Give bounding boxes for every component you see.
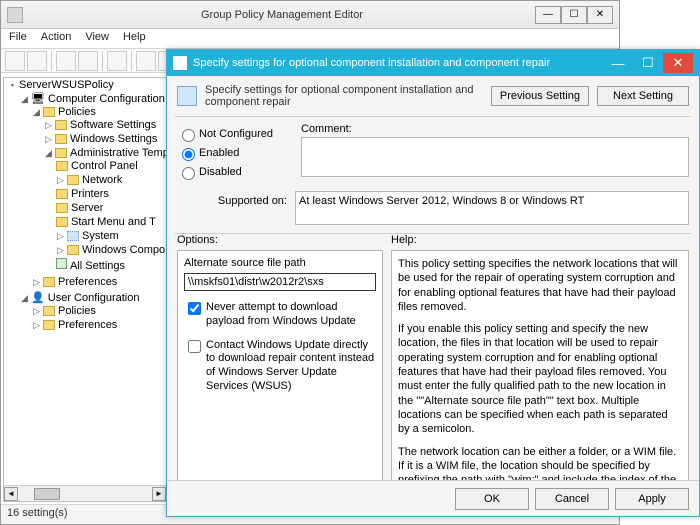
tree-root[interactable]: ▪ServerWSUSPolicy ◢🖥 Computer Configurat… bbox=[8, 78, 166, 334]
tree-network[interactable]: ▷Network bbox=[56, 173, 166, 187]
tree-start-menu[interactable]: Start Menu and T bbox=[56, 215, 166, 229]
options-label: Options: bbox=[177, 234, 383, 246]
apply-button[interactable]: Apply bbox=[615, 488, 689, 510]
separator bbox=[51, 51, 52, 71]
gpme-title: Group Policy Management Editor bbox=[29, 9, 535, 21]
tree-server[interactable]: Server bbox=[56, 201, 166, 215]
dialog-titlebar[interactable]: Specify settings for optional component … bbox=[167, 50, 699, 76]
properties-icon[interactable] bbox=[107, 51, 127, 71]
tree-policies[interactable]: ◢Policies ▷Software Settings ▷Windows Se… bbox=[32, 105, 166, 275]
close-button[interactable]: ✕ bbox=[587, 6, 613, 24]
menu-action[interactable]: Action bbox=[41, 31, 72, 46]
policy-name: Specify settings for optional component … bbox=[205, 84, 483, 108]
menu-bar: File Action View Help bbox=[1, 29, 619, 49]
tree-preferences[interactable]: ▷Preferences bbox=[32, 275, 166, 289]
help-panel[interactable]: This policy setting specifies the networ… bbox=[391, 250, 689, 486]
separator bbox=[102, 51, 103, 71]
tree-user-policies[interactable]: ▷Policies bbox=[32, 304, 166, 318]
policy-dialog: Specify settings for optional component … bbox=[166, 49, 700, 517]
next-setting-button[interactable]: Next Setting bbox=[597, 86, 689, 106]
tree-admin-templates[interactable]: ◢Administrative Templ Control Panel ▷Net… bbox=[44, 146, 166, 274]
dialog-title: Specify settings for optional component … bbox=[193, 57, 603, 69]
alt-source-input[interactable] bbox=[184, 273, 376, 291]
never-download-label: Never attempt to download payload from W… bbox=[206, 301, 376, 329]
nav-fwd-icon[interactable] bbox=[27, 51, 47, 71]
radio-disabled[interactable]: Disabled bbox=[177, 164, 287, 180]
supported-on-field: At least Windows Server 2012, Windows 8 … bbox=[295, 191, 689, 225]
help-text: This policy setting specifies the networ… bbox=[398, 257, 682, 314]
contact-wu-label: Contact Windows Update directly to downl… bbox=[206, 339, 376, 394]
gpme-titlebar[interactable]: Group Policy Management Editor — ☐ ✕ bbox=[1, 1, 619, 29]
help-text: If you enable this policy setting and sp… bbox=[398, 322, 682, 436]
ok-button[interactable]: OK bbox=[455, 488, 529, 510]
previous-setting-button[interactable]: Previous Setting bbox=[491, 86, 589, 106]
comment-label: Comment: bbox=[301, 123, 352, 135]
tree-printers[interactable]: Printers bbox=[56, 187, 166, 201]
policy-icon bbox=[177, 86, 197, 106]
tree-user-configuration[interactable]: ◢👤 User Configuration ▷Policies ▷Prefere… bbox=[20, 290, 166, 333]
tree-software-settings[interactable]: ▷Software Settings bbox=[44, 118, 166, 132]
tree-computer-configuration[interactable]: ◢🖥 Computer Configuration ◢Policies ▷Sof… bbox=[20, 91, 166, 290]
radio-enabled[interactable]: Enabled bbox=[177, 145, 287, 161]
tree-windows-settings[interactable]: ▷Windows Settings bbox=[44, 132, 166, 146]
alt-source-label: Alternate source file path bbox=[184, 257, 376, 269]
help-icon[interactable] bbox=[136, 51, 156, 71]
scroll-left-icon[interactable]: ◄ bbox=[4, 487, 18, 501]
minimize-button[interactable]: — bbox=[535, 6, 561, 24]
comment-field[interactable] bbox=[301, 137, 689, 177]
tree-windows-components[interactable]: ▷Windows Compo bbox=[56, 243, 166, 257]
maximize-button[interactable]: ☐ bbox=[561, 6, 587, 24]
cancel-button[interactable]: Cancel bbox=[535, 488, 609, 510]
supported-on-label: Supported on: bbox=[177, 191, 287, 225]
tree-system[interactable]: ▷System bbox=[56, 229, 166, 243]
state-radios: Not Configured Enabled Disabled bbox=[177, 123, 287, 183]
show-hide-icon[interactable] bbox=[78, 51, 98, 71]
help-label: Help: bbox=[391, 234, 417, 246]
nav-back-icon[interactable] bbox=[5, 51, 25, 71]
menu-view[interactable]: View bbox=[85, 31, 109, 46]
scroll-right-icon[interactable]: ► bbox=[152, 487, 166, 501]
app-icon bbox=[7, 7, 23, 23]
options-panel: Alternate source file path Never attempt… bbox=[177, 250, 383, 486]
radio-not-configured[interactable]: Not Configured bbox=[177, 126, 287, 142]
policy-tree[interactable]: ▪ServerWSUSPolicy ◢🖥 Computer Configurat… bbox=[3, 77, 167, 502]
menu-file[interactable]: File bbox=[9, 31, 27, 46]
tree-user-preferences[interactable]: ▷Preferences bbox=[32, 318, 166, 332]
tree-all-settings[interactable]: All Settings bbox=[56, 257, 166, 273]
never-download-checkbox[interactable] bbox=[188, 302, 201, 315]
separator bbox=[131, 51, 132, 71]
dialog-minimize-button[interactable]: — bbox=[603, 53, 633, 73]
dialog-maximize-button[interactable]: ☐ bbox=[633, 53, 663, 73]
dialog-close-button[interactable]: ✕ bbox=[663, 53, 693, 73]
dialog-icon bbox=[173, 56, 187, 70]
scroll-thumb[interactable] bbox=[34, 488, 60, 500]
tree-h-scrollbar[interactable]: ◄ ► bbox=[4, 485, 166, 501]
menu-help[interactable]: Help bbox=[123, 31, 146, 46]
up-icon[interactable] bbox=[56, 51, 76, 71]
contact-wu-checkbox[interactable] bbox=[188, 340, 201, 353]
tree-control-panel[interactable]: Control Panel bbox=[56, 159, 166, 173]
